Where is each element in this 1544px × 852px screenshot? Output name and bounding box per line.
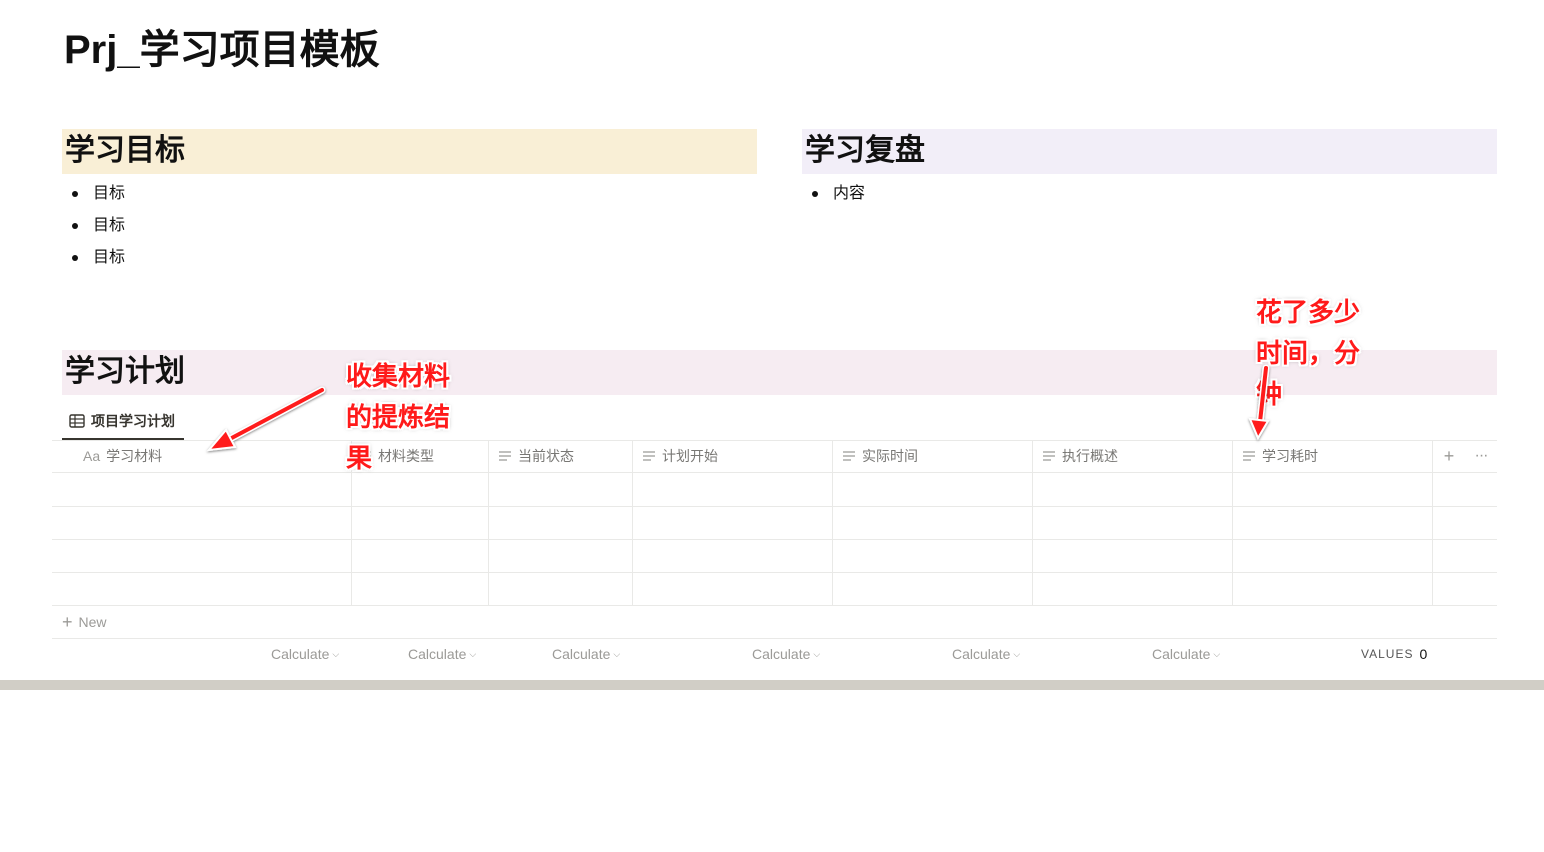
text-lines-icon [642, 450, 656, 462]
annotation-left: 收集材料 的提炼结 果 [346, 361, 451, 473]
title-aa-icon: Aa [83, 448, 101, 464]
goals-list-item[interactable]: 目标 [62, 178, 125, 210]
column-header-label: 当前状态 [518, 448, 574, 464]
values-number: 0 [1419, 646, 1428, 662]
calculate-button[interactable]: Calculate ⌵ [952, 644, 1020, 664]
goals-list: 目标 目标 目标 [62, 178, 125, 274]
column-header-label: 学习耗时 [1262, 448, 1318, 464]
table-icon [69, 414, 85, 428]
new-row-button[interactable]: + New [62, 607, 107, 637]
chevron-down-icon: ⌵ [1013, 648, 1021, 659]
chevron-down-icon: ⌵ [469, 648, 477, 659]
table-row[interactable] [52, 507, 1497, 539]
table-row[interactable] [52, 573, 1497, 605]
view-tab-project-plan[interactable]: 项目学习计划 [62, 404, 184, 440]
review-heading[interactable]: 学习复盘 [802, 129, 1497, 174]
calculate-label: Calculate [1152, 646, 1211, 662]
column-header-study-material[interactable]: Aa 学习材料 [83, 440, 351, 472]
calculate-label: Calculate [552, 646, 611, 662]
text-lines-icon [1042, 450, 1056, 462]
new-row-label: New [78, 614, 107, 630]
calculate-label: Calculate [408, 646, 467, 662]
chevron-down-icon: ⌵ [813, 648, 821, 659]
column-header-label: 执行概述 [1062, 448, 1118, 464]
goals-list-item[interactable]: 目标 [62, 242, 125, 274]
page-title[interactable]: Prj_学习项目模板 [64, 22, 380, 78]
text-lines-icon [842, 450, 856, 462]
calculate-label: Calculate [271, 646, 330, 662]
calculate-button[interactable]: Calculate ⌵ [271, 644, 339, 664]
column-header-study-duration[interactable]: 学习耗时 [1242, 440, 1434, 472]
table-row[interactable] [52, 474, 1497, 506]
calculate-button[interactable]: Calculate ⌵ [1152, 644, 1220, 664]
goals-list-item[interactable]: 目标 [62, 210, 125, 242]
calculate-button[interactable]: Calculate ⌵ [552, 644, 620, 664]
chevron-down-icon: ⌵ [332, 648, 340, 659]
table-header-row: Aa 学习材料 材料类型 当前状态 计划开始 实际时间 执行概述 学习耗时 [52, 440, 1497, 473]
row-divider [52, 605, 1497, 606]
text-lines-icon [498, 450, 512, 462]
calculate-button[interactable]: Calculate ⌵ [408, 644, 476, 664]
values-count[interactable]: VALUES 0 [1361, 644, 1427, 664]
review-list-item[interactable]: 内容 [802, 178, 865, 210]
plus-icon: + [62, 612, 73, 632]
chevron-down-icon: ⌵ [1213, 648, 1221, 659]
add-column-button[interactable]: + [1440, 446, 1458, 466]
calculate-label: Calculate [952, 646, 1011, 662]
annotation-arrows [206, 364, 1270, 452]
calculate-label: Calculate [752, 646, 811, 662]
text-lines-icon [1242, 450, 1256, 462]
column-header-label: 计划开始 [662, 448, 718, 464]
column-header-label: 实际时间 [862, 448, 918, 464]
column-header-execution-summary[interactable]: 执行概述 [1042, 440, 1234, 472]
bottom-divider-bar [0, 680, 1544, 690]
calculate-button[interactable]: Calculate ⌵ [752, 644, 820, 664]
table-row[interactable] [52, 540, 1497, 572]
review-list: 内容 [802, 178, 865, 210]
goals-heading[interactable]: 学习目标 [62, 129, 757, 174]
more-options-icon[interactable]: ··· [1470, 446, 1492, 466]
column-header-planned-start[interactable]: 计划开始 [642, 440, 834, 472]
column-header-label: 学习材料 [106, 448, 163, 464]
column-header-actual-time[interactable]: 实际时间 [842, 440, 1034, 472]
calculate-row-divider [52, 638, 1497, 639]
view-tab-label: 项目学习计划 [91, 413, 175, 429]
chevron-down-icon: ⌵ [613, 648, 621, 659]
column-header-current-status[interactable]: 当前状态 [498, 440, 634, 472]
annotation-right: 花了多少 时间，分 钟 [1256, 297, 1361, 409]
values-label: VALUES [1361, 647, 1414, 661]
